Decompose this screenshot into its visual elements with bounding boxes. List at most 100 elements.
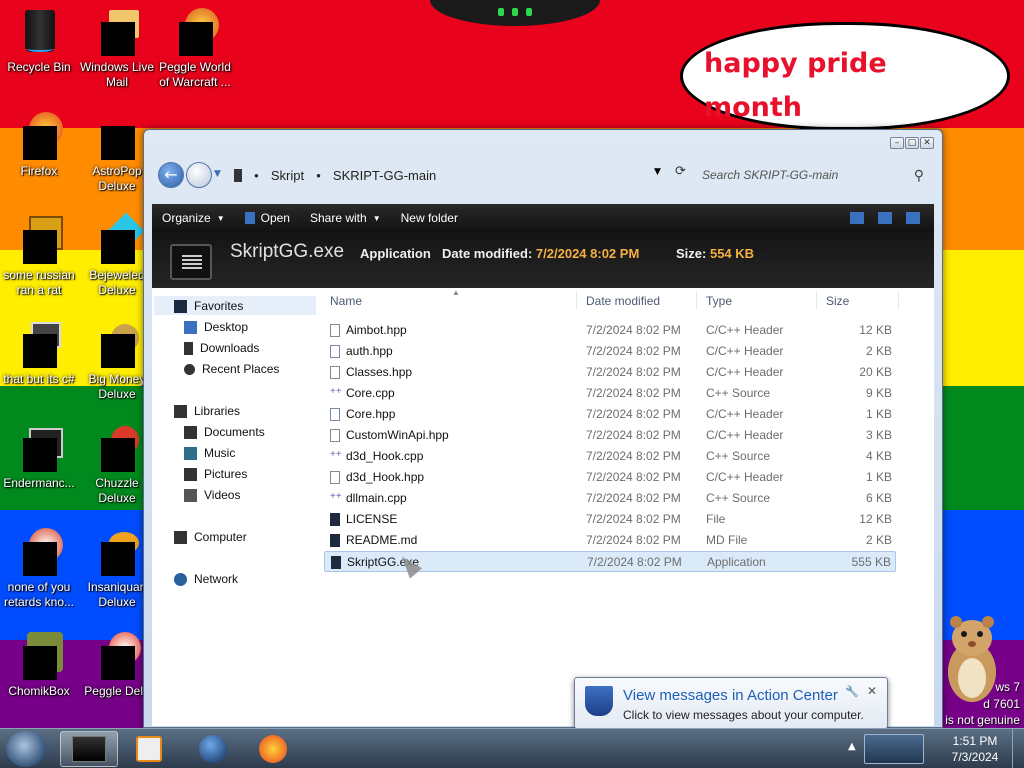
desktop-icon-none-of-you[interactable]: none of you retards kno...	[1, 528, 77, 610]
show-desktop-button[interactable]	[1012, 729, 1024, 768]
share-with-button[interactable]: Share with ▼	[300, 211, 391, 225]
column-divider[interactable]	[816, 292, 817, 310]
nav-videos[interactable]: Videos	[184, 485, 240, 505]
breadcrumb-separator-icon[interactable]: ●	[316, 171, 321, 180]
search-input[interactable]: Search SKRIPT-GG-main ⚲	[696, 163, 932, 187]
file-row[interactable]: auth.hpp 7/2/2024 8:02 PM C/C++ Header 2…	[324, 341, 896, 362]
taskbar-firefox-button[interactable]	[244, 731, 302, 767]
back-button[interactable]: ←	[158, 162, 184, 188]
column-header-date[interactable]: Date modified	[586, 294, 660, 312]
nav-desktop[interactable]: Desktop	[184, 317, 248, 337]
new-folder-button[interactable]: New folder	[391, 211, 468, 225]
nav-documents[interactable]: Documents	[184, 422, 265, 442]
address-dropdown-icon[interactable]: ▼	[654, 167, 661, 177]
maximize-button[interactable]: □	[905, 137, 919, 149]
nav-pictures[interactable]: Pictures	[184, 464, 247, 484]
forward-button[interactable]	[186, 162, 212, 188]
desktop-icon-endermanc[interactable]: Endermanc...	[1, 424, 77, 491]
file-type: Application	[707, 555, 766, 569]
file-type-value: Application	[360, 246, 431, 261]
system-clock[interactable]: 1:51 PM 7/3/2024	[940, 733, 1010, 765]
file-type: C/C++ Header	[706, 407, 784, 421]
file-date: 7/2/2024 8:02 PM	[586, 533, 681, 547]
close-icon[interactable]: ✕	[867, 684, 877, 698]
file-date: 7/2/2024 8:02 PM	[586, 449, 681, 463]
file-row[interactable]: Core.hpp 7/2/2024 8:02 PM C/C++ Header 1…	[324, 404, 896, 425]
close-button[interactable]: ✕	[920, 137, 934, 149]
desktop-icon-recycle-bin[interactable]: Recycle Bin	[1, 8, 77, 75]
file-row[interactable]: ++ dllmain.cpp 7/2/2024 8:02 PM C++ Sour…	[324, 488, 896, 509]
nav-label: Libraries	[194, 404, 241, 418]
preview-pane-icon[interactable]	[878, 212, 892, 224]
nav-music[interactable]: Music	[184, 443, 235, 463]
start-button[interactable]	[6, 731, 46, 767]
file-date: 7/2/2024 8:02 PM	[586, 344, 681, 358]
file-row[interactable]: CustomWinApi.hpp 7/2/2024 8:02 PM C/C++ …	[324, 425, 896, 446]
search-icon[interactable]: ⚲	[914, 167, 924, 184]
column-header-size[interactable]: Size	[826, 294, 849, 312]
desktop-icon-peggle-wow[interactable]: Peggle World of Warcraft ...	[157, 8, 233, 90]
desktop-icon-that-but-its-csharp[interactable]: that but its c#	[1, 320, 77, 387]
chuzzle-icon	[93, 424, 141, 472]
file-row[interactable]: LICENSE 7/2/2024 8:02 PM File 12 KB	[324, 509, 896, 530]
bubble-line-1: happy pride month	[704, 48, 887, 123]
file-size: 12 KB	[859, 323, 892, 337]
show-hidden-icons-icon[interactable]: ▲	[848, 741, 856, 752]
notification-title[interactable]: View messages in Action Center	[623, 687, 838, 704]
nav-label: Desktop	[204, 320, 249, 334]
file-row[interactable]: Classes.hpp 7/2/2024 8:02 PM C/C++ Heade…	[324, 362, 896, 383]
open-label: Open	[260, 211, 290, 225]
file-row[interactable]: ++ Core.cpp 7/2/2024 8:02 PM C++ Source …	[324, 383, 896, 404]
desktop-icon-firefox[interactable]: Firefox	[1, 112, 77, 179]
nav-label: Documents	[204, 425, 265, 439]
nav-libraries[interactable]: Libraries	[174, 401, 240, 421]
column-header-name[interactable]: Name	[330, 294, 362, 312]
generic-file-icon	[330, 513, 340, 526]
taskbar-globe-button[interactable]	[184, 731, 242, 767]
open-button[interactable]: Open	[235, 211, 300, 225]
wrench-icon[interactable]: 🔧	[845, 685, 859, 698]
change-view-icon[interactable]	[850, 212, 864, 224]
explorer-window: – □ ✕ ← ▼ ● Skript ● SKRIPT-GG-main ▼ ⟳ …	[143, 129, 943, 728]
desktop-icon-chomikbox[interactable]: ChomikBox	[1, 632, 77, 699]
desktop-icon-windows-live-mail[interactable]: Windows Live Mail	[79, 8, 155, 90]
downloads-icon	[184, 341, 193, 355]
help-icon[interactable]	[906, 212, 920, 224]
action-center-notification[interactable]: View messages in Action Center Click to …	[574, 677, 888, 729]
nav-computer[interactable]: Computer	[174, 527, 247, 547]
nav-label: Music	[204, 446, 236, 460]
gadget-light	[498, 8, 504, 16]
media-player-icon	[136, 736, 162, 762]
application-icon	[170, 244, 212, 280]
organize-button[interactable]: Organize ▼	[152, 211, 235, 225]
nav-network[interactable]: Network	[174, 569, 238, 589]
file-date: 7/2/2024 8:02 PM	[586, 428, 681, 442]
address-bar[interactable]: ● Skript ● SKRIPT-GG-main	[230, 162, 670, 188]
app-icon	[15, 216, 63, 264]
nav-recent-places[interactable]: Recent Places	[184, 359, 279, 379]
nav-favorites[interactable]: Favorites	[174, 296, 243, 316]
recent-pages-dropdown[interactable]: ▼	[214, 169, 221, 179]
file-row[interactable]: d3d_Hook.hpp 7/2/2024 8:02 PM C/C++ Head…	[324, 467, 896, 488]
minimize-button[interactable]: –	[890, 137, 904, 149]
tray-app-icon[interactable]	[864, 734, 924, 764]
file-row[interactable]: ++ d3d_Hook.cpp 7/2/2024 8:02 PM C++ Sou…	[324, 446, 896, 467]
file-size: 9 KB	[865, 386, 892, 400]
breadcrumb-skript-gg-main[interactable]: SKRIPT-GG-main	[333, 168, 436, 183]
column-header-type[interactable]: Type	[706, 294, 732, 312]
nav-downloads[interactable]: Downloads	[184, 338, 259, 358]
file-row[interactable]: Aimbot.hpp 7/2/2024 8:02 PM C/C++ Header…	[324, 320, 896, 341]
column-divider[interactable]	[898, 292, 899, 310]
search-placeholder: Search SKRIPT-GG-main	[702, 168, 839, 182]
taskbar-explorer-button[interactable]	[60, 731, 118, 767]
file-row[interactable]: README.md 7/2/2024 8:02 PM MD File 2 KB	[324, 530, 896, 551]
desktop-icon-some-russian[interactable]: some russian ran a rat	[1, 216, 77, 298]
breadcrumb-separator-icon[interactable]: ●	[254, 171, 259, 180]
breadcrumb-skript[interactable]: Skript	[271, 168, 304, 183]
refresh-icon[interactable]: ⟳	[675, 164, 686, 179]
column-divider[interactable]	[576, 292, 577, 310]
column-divider[interactable]	[696, 292, 697, 310]
watermark-line-1: ws 7	[995, 680, 1020, 694]
taskbar-media-player-button[interactable]	[120, 731, 178, 767]
file-size: 2 KB	[865, 533, 892, 547]
